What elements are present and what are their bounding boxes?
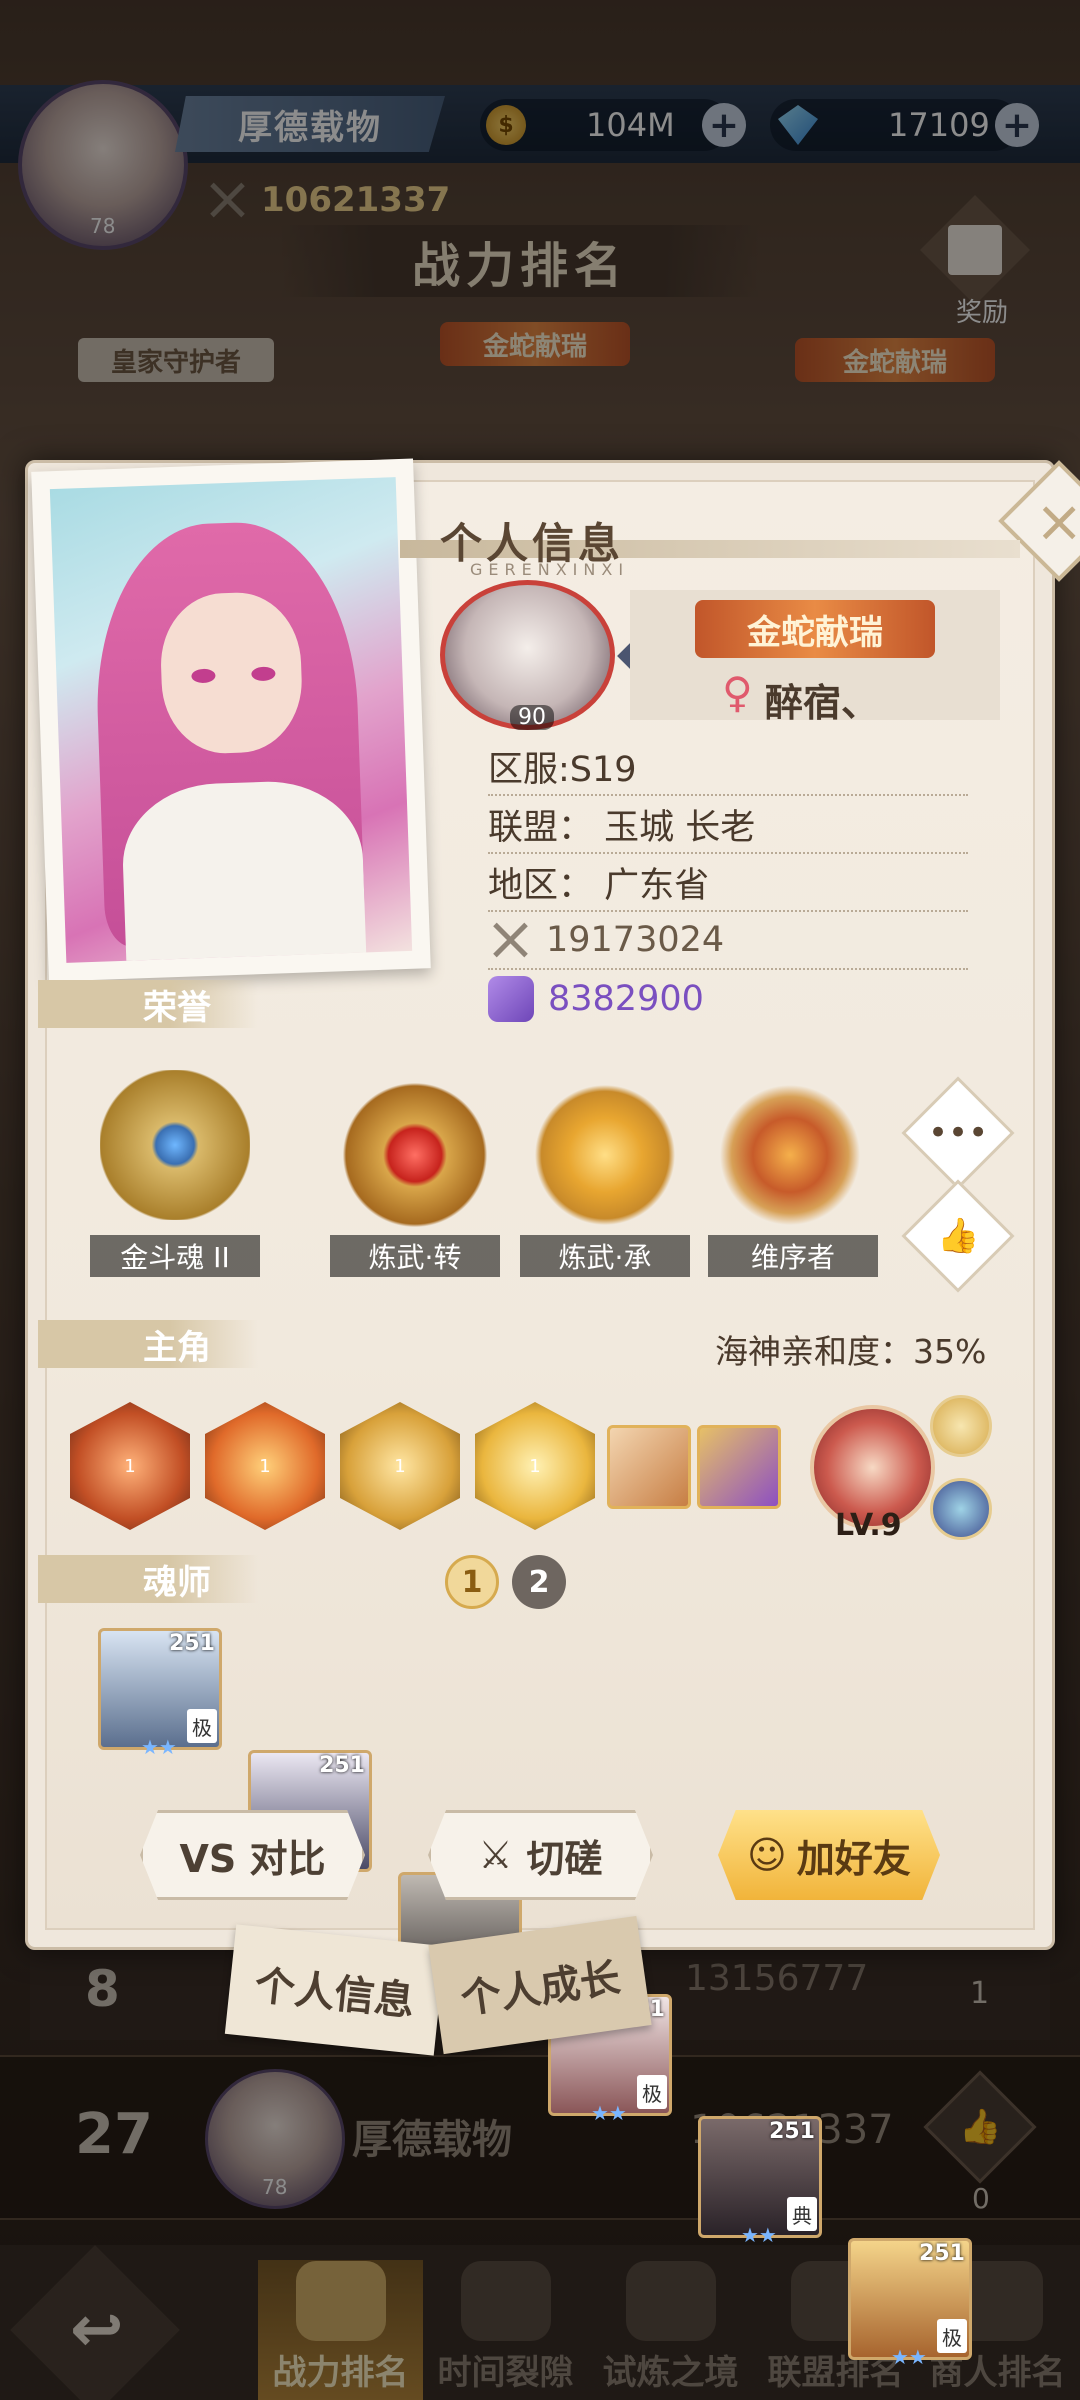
- medal-order-keeper[interactable]: [715, 1080, 865, 1230]
- compare-button[interactable]: VS 对比: [140, 1810, 365, 1900]
- hero-stars: ★★: [141, 1735, 177, 1759]
- equipment-item[interactable]: [697, 1425, 781, 1509]
- hero-stars: ★★: [591, 2101, 627, 2125]
- more-icon: •••: [927, 1112, 989, 1153]
- core-spirit-level: LV.9: [835, 1508, 902, 1543]
- alliance-text: 联盟： 玉城 长老: [488, 807, 756, 848]
- hero-card[interactable]: 251 极 ★★: [98, 1628, 222, 1759]
- player-name-profile: 醉宿、: [765, 681, 880, 725]
- hero-tier-tag: 极: [187, 1709, 217, 1743]
- equipment-item[interactable]: [607, 1425, 691, 1509]
- portrait-image: [49, 477, 413, 963]
- secondary-power-value: 8382900: [548, 979, 704, 1019]
- section-pinyin: GERENXINXI: [470, 560, 630, 579]
- dragon-icon[interactable]: [930, 1478, 992, 1540]
- hero-card[interactable]: 251 极 ★★: [848, 2238, 972, 2369]
- tab-personal-info[interactable]: 个人信息: [224, 1924, 446, 2056]
- hero-level: 251: [769, 2119, 815, 2144]
- title-badge: 金蛇献瑞: [695, 600, 935, 658]
- friend-icon: ☺: [747, 1833, 787, 1877]
- crossed-swords-icon: [488, 918, 532, 962]
- page-button-1[interactable]: 1: [445, 1555, 499, 1609]
- character-portrait: [31, 458, 431, 982]
- skill-level: 1: [529, 1455, 541, 1477]
- server-text: 区服:S19: [488, 749, 637, 790]
- hero-tier-tag: 极: [937, 2319, 967, 2353]
- spirit-beast-icon[interactable]: [930, 1395, 992, 1457]
- hero-stars: ★★: [741, 2223, 777, 2247]
- player-profile-avatar-level: 90: [510, 705, 554, 730]
- skill-level: 1: [124, 1455, 136, 1477]
- soul-masters-tag: 魂师: [38, 1555, 258, 1603]
- protagonist-tag: 主角: [38, 1320, 258, 1368]
- spar-button[interactable]: ⚔ 切磋: [428, 1810, 653, 1900]
- hero-card[interactable]: 251 典 ★★: [698, 2116, 822, 2247]
- thumbs-up-icon: 👍: [936, 1216, 980, 1256]
- add-friend-label: 加好友: [796, 1836, 911, 1881]
- secondary-power-row: 8382900: [488, 970, 968, 1028]
- server-row: 区服:S19: [488, 738, 968, 796]
- medal-label: 炼武·承: [520, 1235, 690, 1277]
- spirit-power-icon: [488, 976, 534, 1022]
- medal-label: 炼武·转: [330, 1235, 500, 1277]
- spar-label: 切磋: [526, 1836, 603, 1881]
- tab-label: 个人信息: [252, 1962, 417, 2026]
- close-icon: ×: [1034, 486, 1080, 555]
- hero-level: 251: [919, 2241, 965, 2266]
- hero-level: 251: [319, 1753, 365, 1778]
- poseidon-affinity: 海神亲和度：35%: [715, 1332, 987, 1371]
- medal-label: 金斗魂 II: [90, 1235, 260, 1277]
- power-row: 19173024: [488, 912, 968, 970]
- portrait-face: [158, 590, 305, 756]
- portrait-dress: [120, 778, 368, 963]
- power-value: 19173024: [546, 920, 725, 960]
- hero-tier-tag: 极: [637, 2075, 667, 2109]
- skill-level: 1: [394, 1455, 406, 1477]
- add-friend-button[interactable]: ☺ 加好友: [718, 1810, 940, 1900]
- skill-level: 1: [259, 1455, 271, 1477]
- medal-golden-soul[interactable]: [100, 1070, 250, 1220]
- honor-tag: 荣誉: [38, 980, 258, 1028]
- hero-stars: ★★: [891, 2345, 927, 2369]
- hero-tier-tag: 典: [787, 2197, 817, 2231]
- page-button-2[interactable]: 2: [512, 1555, 566, 1609]
- female-icon: ♀: [722, 668, 753, 717]
- region-row: 地区： 广东省: [488, 854, 968, 912]
- region-text: 地区： 广东省: [488, 865, 710, 906]
- medal-label: 维序者: [708, 1235, 878, 1277]
- medal-forge-turn[interactable]: [340, 1080, 490, 1230]
- hero-level: 251: [169, 1631, 215, 1656]
- medal-forge-inherit[interactable]: [530, 1080, 680, 1230]
- tab-label: 个人成长: [458, 1955, 623, 2023]
- crossed-swords-icon: ⚔: [478, 1833, 513, 1877]
- alliance-row: 联盟： 玉城 长老: [488, 796, 968, 854]
